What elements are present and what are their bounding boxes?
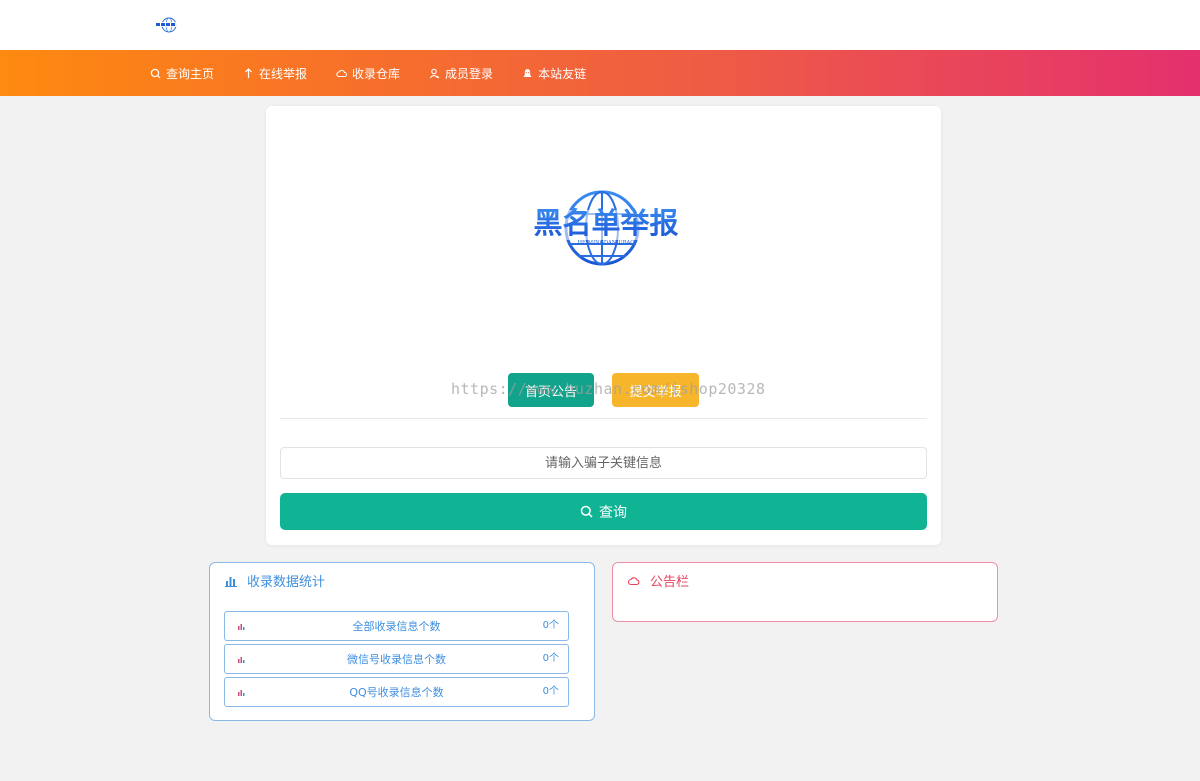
- nav-item-label: 查询主页: [166, 66, 215, 81]
- nav-item-label: 在线举报: [259, 66, 308, 81]
- cloud-icon: [336, 68, 348, 79]
- stats-panel: 收录数据统计 全部收录信息个数 0个 微信号收录信息个数 0个 QQ号收录信息个…: [209, 562, 595, 721]
- top-bar: [0, 0, 1200, 50]
- nav-item-friend-links[interactable]: 本站友链: [522, 65, 586, 82]
- nav-item-online-report[interactable]: 在线举报: [243, 65, 307, 82]
- stat-row-qq[interactable]: QQ号收录信息个数 0个: [224, 677, 569, 707]
- stat-row-label: QQ号收录信息个数: [349, 686, 444, 699]
- main-search-card: 黑名单举报 HEIMINGDANJUBAO 首页公告 提交举报 https://…: [266, 106, 941, 545]
- nav-item-search-home[interactable]: 查询主页: [150, 65, 214, 82]
- search-icon: [150, 68, 161, 79]
- site-logo: 黑名单举报 HEIMINGDANJUBAO: [534, 188, 678, 268]
- stat-row-label: 全部收录信息个数: [352, 620, 441, 633]
- stats-panel-header: 收录数据统计: [225, 571, 325, 590]
- notice-panel-title: 公告栏: [650, 575, 690, 590]
- user-icon: [429, 68, 440, 79]
- stat-row-count: 0个: [542, 620, 559, 631]
- nav-item-label: 本站友链: [538, 66, 587, 81]
- query-button[interactable]: 查询: [280, 493, 927, 530]
- submit-report-button[interactable]: 提交举报: [612, 373, 699, 407]
- globe-logo-icon[interactable]: [154, 16, 180, 34]
- upload-arrow-icon: [243, 67, 254, 79]
- divider: [280, 418, 927, 419]
- stats-panel-title: 收录数据统计: [247, 575, 326, 590]
- main-nav: 查询主页 在线举报 收录仓库 成员登录 本站友链: [0, 50, 1200, 96]
- search-input[interactable]: [280, 447, 927, 479]
- nav-item-member-login[interactable]: 成员登录: [429, 65, 493, 82]
- search-icon: [580, 505, 593, 518]
- notice-panel: 公告栏: [612, 562, 998, 622]
- query-button-label: 查询: [599, 504, 627, 521]
- nav-item-label: 收录仓库: [352, 66, 401, 81]
- nav-item-repository[interactable]: 收录仓库: [336, 65, 400, 82]
- submit-report-label: 提交举报: [629, 384, 682, 400]
- nav-item-label: 成员登录: [445, 66, 494, 81]
- stat-row-count: 0个: [542, 653, 559, 664]
- homepage-notice-button[interactable]: 首页公告: [508, 373, 594, 407]
- stat-row-wechat[interactable]: 微信号收录信息个数 0个: [224, 644, 569, 674]
- notice-panel-header: 公告栏: [628, 571, 689, 590]
- stat-row-count: 0个: [542, 686, 559, 697]
- stat-row-label: 微信号收录信息个数: [347, 653, 446, 666]
- homepage-notice-label: 首页公告: [524, 384, 577, 400]
- link-icon: [522, 68, 533, 79]
- bar-chart-icon: [225, 575, 237, 587]
- stat-row-all[interactable]: 全部收录信息个数 0个: [224, 611, 569, 641]
- watermark: https://www.huzhan.com/ishop20328: [451, 380, 766, 398]
- logo-text: 黑名单举报: [534, 206, 678, 240]
- logo-subtext: HEIMINGDANJUBAO: [577, 240, 634, 246]
- cloud-icon: [628, 575, 640, 587]
